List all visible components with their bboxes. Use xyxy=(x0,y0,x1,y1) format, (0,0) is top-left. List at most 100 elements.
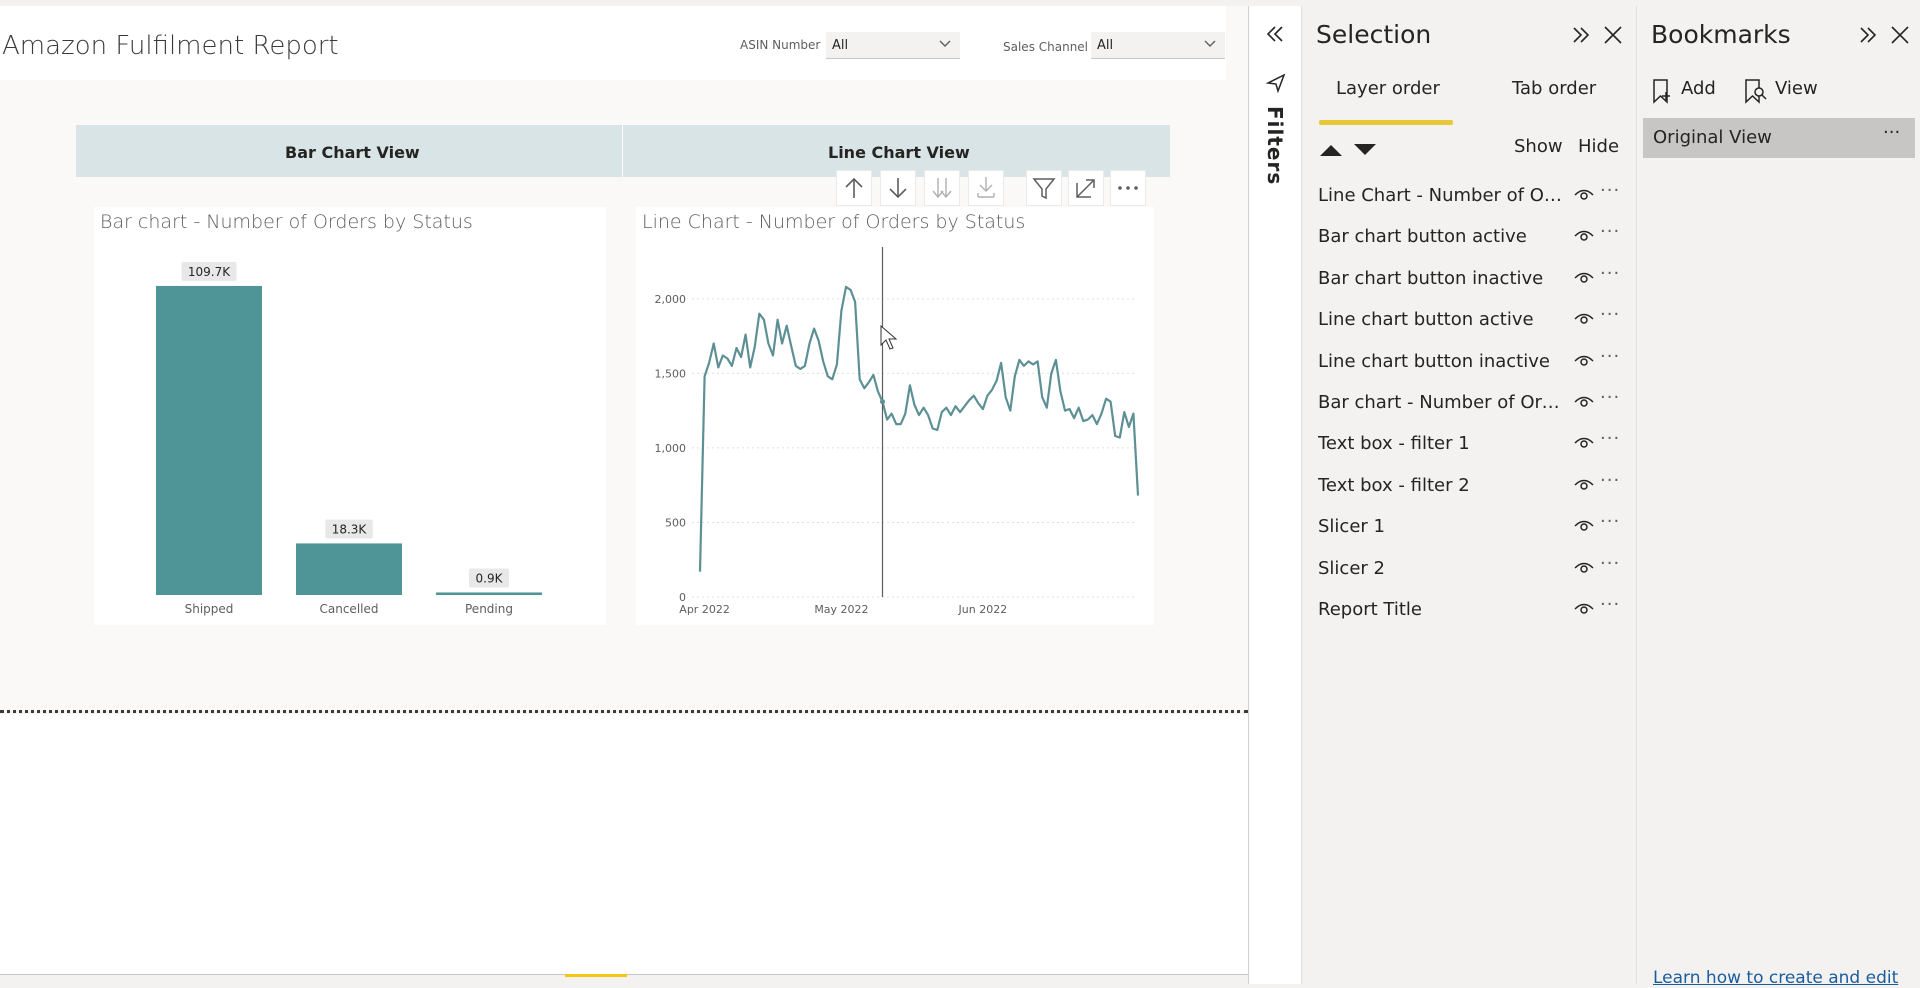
arrow-down-icon xyxy=(889,178,907,199)
focus-mode-icon xyxy=(1076,179,1095,198)
expand-hierarchy-icon xyxy=(977,177,995,198)
tab-divider xyxy=(622,125,623,177)
page-tab-active[interactable] xyxy=(565,974,627,977)
eye-icon[interactable] xyxy=(1574,517,1594,533)
layer-item[interactable]: Bar chart - Number of Orders by Status ··… xyxy=(1302,383,1636,424)
eye-icon[interactable] xyxy=(1574,227,1594,243)
layer-item[interactable]: Slicer 2 ··· xyxy=(1302,549,1636,590)
layer-item[interactable]: Text box - filter 2 ··· xyxy=(1302,466,1636,507)
bar-shipped[interactable] xyxy=(156,285,262,595)
layer-more-button[interactable]: ··· xyxy=(1600,387,1620,408)
bar-chart-visual[interactable]: Bar chart - Number of Orders by Status 1… xyxy=(94,207,606,625)
slicer-sales-channel-dropdown[interactable]: All xyxy=(1091,32,1225,59)
visual-filter-button[interactable] xyxy=(1026,170,1062,206)
slicer-label-sales-channel: Sales Channel xyxy=(1003,40,1089,54)
hover-point xyxy=(880,399,885,405)
layer-more-button[interactable]: ··· xyxy=(1600,304,1620,325)
learn-bookmarks-link[interactable]: Learn how to create and edit xyxy=(1653,968,1898,988)
eye-icon[interactable] xyxy=(1574,600,1594,616)
view-bookmark-label: View xyxy=(1775,78,1818,99)
layer-more-button[interactable]: ··· xyxy=(1600,470,1620,491)
layer-item-label: Slicer 1 xyxy=(1318,516,1385,538)
slicer-sales-channel-value: All xyxy=(1097,38,1114,53)
drill-up-button[interactable] xyxy=(836,170,872,206)
line-chart-visual[interactable]: Line Chart - Number of Orders by Status … xyxy=(636,207,1154,625)
move-up-icon[interactable] xyxy=(1318,142,1344,158)
eye-icon[interactable] xyxy=(1574,352,1594,368)
layer-item[interactable]: Line chart button active ··· xyxy=(1302,300,1636,341)
bookmark-item[interactable]: Original View ··· xyxy=(1643,118,1915,158)
line-chart-plot: 05001,0001,5002,000Apr 2022 May 2022 Jun 2… xyxy=(655,247,1140,616)
show-all-button[interactable]: Show xyxy=(1514,136,1563,157)
layer-item[interactable]: Report Title ··· xyxy=(1302,590,1636,631)
layer-more-button[interactable]: ··· xyxy=(1600,428,1620,449)
double-chevron-left-icon[interactable] xyxy=(1263,22,1287,46)
selection-pane: Selection Layer order Tab order Show Hid… xyxy=(1301,6,1636,984)
eye-icon[interactable] xyxy=(1574,310,1594,326)
slicer-asin-value: All xyxy=(832,38,849,53)
drill-down-button[interactable] xyxy=(880,170,916,206)
eye-icon[interactable] xyxy=(1574,476,1594,492)
layer-item[interactable]: Line Chart - Number of Orders by Status ·… xyxy=(1302,176,1636,217)
tab-tab-order[interactable]: Tab order xyxy=(1512,78,1596,99)
series-line[interactable] xyxy=(698,285,1140,572)
layer-item-label: Line chart button inactive xyxy=(1318,350,1550,372)
layer-more-button[interactable]: ··· xyxy=(1600,180,1620,201)
bar-pending[interactable] xyxy=(436,592,542,595)
slicer-asin-dropdown[interactable]: All xyxy=(826,32,960,59)
filter-icon xyxy=(1032,178,1056,200)
layer-more-button[interactable]: ··· xyxy=(1600,594,1620,615)
tab-layer-order[interactable]: Layer order xyxy=(1336,78,1440,99)
x-tick-label: Shipped xyxy=(185,602,234,616)
bar-cancelled[interactable] xyxy=(296,543,402,595)
layer-item[interactable]: Line chart button inactive ··· xyxy=(1302,342,1636,383)
bookmarks-pane-title: Bookmarks xyxy=(1651,20,1791,49)
layer-item[interactable]: Text box - filter 1 ··· xyxy=(1302,424,1636,465)
layer-item-label: Bar chart button active xyxy=(1318,226,1527,248)
bar-chart-view-button[interactable]: Bar Chart View xyxy=(285,143,420,162)
close-icon[interactable] xyxy=(1887,22,1913,48)
eye-icon[interactable] xyxy=(1574,559,1594,575)
eye-icon[interactable] xyxy=(1574,434,1594,450)
mouse-cursor-icon xyxy=(880,325,898,350)
x-tick-label: May 2022 xyxy=(814,603,868,616)
chevron-down-icon xyxy=(1204,40,1216,47)
slicer-label-asin: ASIN Number xyxy=(740,38,821,52)
double-chevron-right-icon[interactable] xyxy=(1568,22,1594,48)
layer-more-button[interactable]: ··· xyxy=(1600,511,1620,532)
layer-item-label: Report Title xyxy=(1318,599,1422,620)
selection-pane-title: Selection xyxy=(1316,20,1432,49)
layer-item[interactable]: Slicer 1 ··· xyxy=(1302,507,1636,548)
layer-item-label: Slicer 2 xyxy=(1318,557,1385,579)
hide-all-button[interactable]: Hide xyxy=(1578,136,1619,157)
filters-pane-label[interactable]: Filters xyxy=(1263,106,1287,185)
add-bookmark-label: Add xyxy=(1681,78,1716,99)
layer-more-button[interactable]: ··· xyxy=(1600,221,1620,242)
focus-mode-button[interactable] xyxy=(1068,170,1104,206)
close-icon[interactable] xyxy=(1600,22,1626,48)
bar-data-label: 0.9K xyxy=(476,571,504,585)
layer-item[interactable]: Bar chart button active ··· xyxy=(1302,217,1636,258)
eye-icon[interactable] xyxy=(1574,393,1594,409)
filters-pane-collapsed[interactable]: Filters xyxy=(1248,6,1301,984)
layer-more-button[interactable]: ··· xyxy=(1600,553,1620,574)
line-chart-view-button[interactable]: Line Chart View xyxy=(828,143,970,162)
y-tick-label: 1,000 xyxy=(655,442,687,455)
more-options-icon xyxy=(1118,186,1138,190)
y-tick-label: 500 xyxy=(665,516,686,529)
layer-more-button[interactable]: ··· xyxy=(1600,263,1620,284)
layer-item[interactable]: Bar chart button inactive ··· xyxy=(1302,259,1636,300)
report-title: Amazon Fulfilment Report xyxy=(2,31,339,61)
more-options-button[interactable] xyxy=(1110,170,1146,206)
go-to-next-level-button[interactable] xyxy=(924,170,960,206)
bookmark-more-button[interactable]: ··· xyxy=(1883,122,1900,143)
expand-next-level-button[interactable] xyxy=(968,170,1004,206)
double-chevron-right-icon[interactable] xyxy=(1855,22,1881,48)
eye-icon[interactable] xyxy=(1574,269,1594,285)
layer-item-label: Text box - filter 2 xyxy=(1318,474,1470,496)
layer-more-button[interactable]: ··· xyxy=(1600,346,1620,367)
bookmark-add-icon xyxy=(1653,79,1670,104)
eye-icon[interactable] xyxy=(1574,186,1594,202)
move-down-icon[interactable] xyxy=(1352,142,1378,158)
bookmarks-pane: Bookmarks Add View Original View ··· Lea… xyxy=(1636,6,1920,988)
